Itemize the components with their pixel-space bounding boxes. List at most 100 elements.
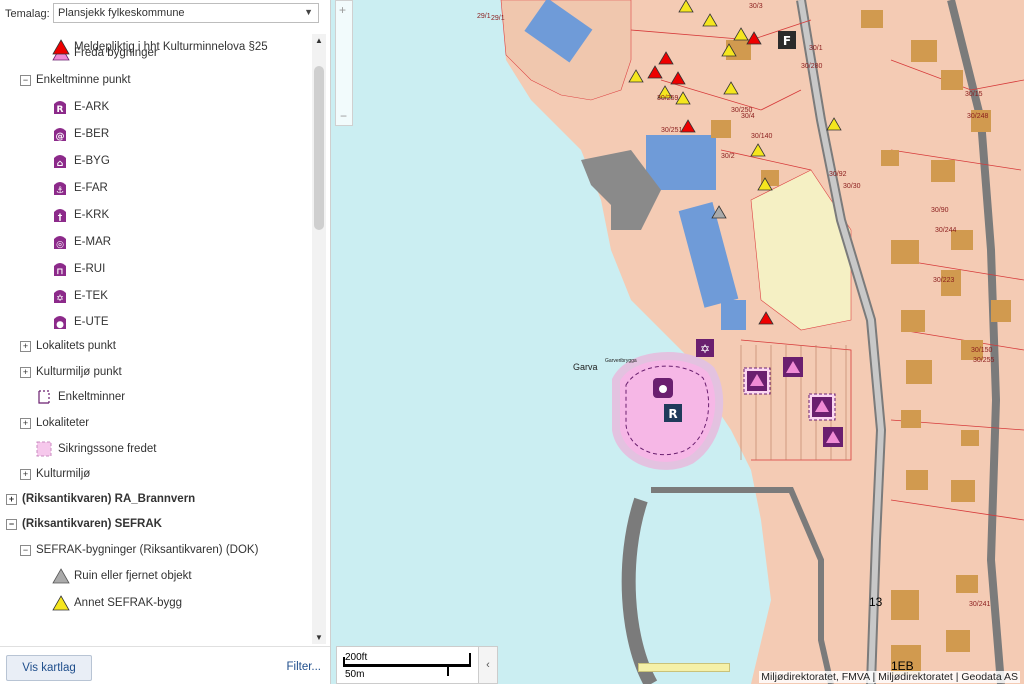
legend-group-label: (Riksantikvaren) SEFRAK (22, 518, 162, 530)
legend-group-label: Lokalitets punkt (36, 340, 116, 352)
parcel-label: 30/140 (751, 133, 773, 140)
legend-item-label: E-BER (74, 128, 110, 140)
parcel-label: 30/280 (801, 63, 823, 70)
expand-icon[interactable]: + (20, 341, 31, 352)
e-byg-icon: ⌂ (52, 153, 68, 177)
collapse-icon[interactable]: − (20, 545, 31, 556)
zoom-in-icon[interactable]: + (339, 3, 346, 17)
legend-item-label: E-RUI (74, 263, 106, 275)
filter-link[interactable]: Filter... (286, 661, 321, 673)
triangle-red-icon (52, 39, 70, 63)
scroll-up-icon[interactable]: ▲ (315, 36, 323, 45)
scroll-thumb[interactable] (314, 66, 324, 230)
legend-tree: Freda bygninger − Enkeltminne punkt R E-ARK @… (0, 36, 312, 644)
vis-kartlag-button[interactable]: Vis kartlag (6, 655, 92, 681)
temalag-bar: Temalag: Plansjekk fylkeskommune ▼ (0, 0, 330, 28)
map-place-label: Garva (573, 362, 598, 372)
map-small-label: Garveribrygga (605, 358, 637, 364)
svg-text:F: F (783, 34, 791, 48)
legend-item-label: E-BYG (74, 155, 110, 167)
e-krk-icon: † (52, 207, 68, 231)
parcel-label: 30/244 (935, 227, 957, 234)
expand-icon[interactable]: + (20, 469, 31, 480)
scale-line (343, 664, 471, 667)
map-canvas[interactable]: ✡ R F Garva Garveribrygga 29/1 30/3 30/1 30… (331, 0, 1024, 684)
scale-bar: 200ft 50m (336, 646, 484, 684)
opacity-slider[interactable] (638, 663, 730, 672)
legend-item-label: Ruin eller fjernet objekt (74, 570, 192, 582)
e-ber-icon: @ (52, 126, 68, 150)
parcel-label: 30/251 (661, 127, 683, 134)
map-drawing: ✡ R F Garva Garveribrygga 29/1 30/3 30/1 30… (477, 0, 1024, 684)
expand-icon[interactable]: + (20, 367, 31, 378)
legend-item-label: Sikringssone fredet (58, 443, 157, 455)
parcel-label: 29/1 (477, 13, 491, 20)
parcel-label: 30/248 (967, 113, 989, 120)
collapse-icon[interactable]: − (20, 75, 31, 86)
parcel-label: 30/15 (965, 91, 983, 98)
svg-text:R: R (57, 105, 64, 115)
svg-text:✡: ✡ (56, 294, 64, 304)
enkeltminner-outline-icon (36, 389, 52, 413)
legend-group-label: Enkeltminne punkt (36, 74, 131, 86)
legend-item-label: E-ARK (74, 101, 110, 113)
triangle-yellow-icon (52, 595, 70, 619)
triangle-grey-icon (52, 568, 70, 592)
legend-group-label: SEFRAK-bygninger (Riksantikvaren) (DOK) (36, 544, 259, 556)
parcel-label: 30/4 (741, 113, 755, 120)
parcel-label: 30/223 (933, 277, 955, 284)
parcel-label: 30/255 (973, 357, 995, 364)
temalag-dropdown[interactable]: Plansjekk fylkeskommune ▼ (53, 3, 319, 23)
legend-item-label: E-FAR (74, 182, 108, 194)
legend-group-label: Lokaliteter (36, 417, 90, 429)
legend-item-label: Meldepliktig i hht Kulturminnelova §25 (74, 41, 268, 53)
parcel-label: 30/3 (749, 3, 763, 10)
temalag-selected-value: Plansjekk fylkeskommune (58, 7, 185, 19)
map-attribution: Miljødirektoratet, FMVA | Miljødirektora… (759, 671, 1020, 683)
harbour-breakwater (621, 497, 658, 684)
parcel-label: 30/241 (969, 601, 991, 608)
svg-text:◎: ◎ (56, 240, 64, 250)
svg-text:@: @ (56, 132, 65, 142)
svg-text:⌂: ⌂ (57, 159, 64, 169)
zoom-control[interactable]: + − (335, 0, 353, 126)
e-mar-icon: ◎ (52, 234, 68, 258)
parcel-label: 30/2 (721, 153, 735, 160)
layer-panel: Temalag: Plansjekk fylkeskommune ▼ Freda… (0, 0, 331, 684)
legend-group-label: (Riksantikvaren) RA_Brannvern (22, 493, 196, 505)
panel-footer: Vis kartlag Filter... (0, 646, 330, 685)
legend-item-label: E-UTE (74, 316, 109, 328)
legend-group-label: Kulturmiljø punkt (36, 366, 122, 378)
expand-icon[interactable]: + (6, 494, 17, 505)
svg-text:●: ● (56, 320, 64, 330)
parcel-label: 29/1 (491, 15, 505, 22)
sikringssone-icon (36, 441, 52, 465)
legend-item-label: Annet SEFRAK-bygg (74, 597, 183, 609)
parcel-label: 30/90 (931, 207, 949, 214)
parcel-label: 30/92 (829, 171, 847, 178)
parcel-label: 30/259 (657, 95, 679, 102)
parcel-label: 30/150 (971, 347, 993, 354)
collapse-icon[interactable]: − (6, 519, 17, 530)
expand-icon[interactable]: + (20, 418, 31, 429)
e-tek-icon: ✡ (52, 288, 68, 312)
collapse-panel-button[interactable]: ‹ (478, 646, 498, 684)
scroll-down-icon[interactable]: ▼ (315, 633, 323, 642)
legend-group-label: Kulturmiljø (36, 468, 91, 480)
dropdown-arrow-icon[interactable]: ▼ (304, 7, 313, 17)
scale-m-label: 50m (345, 669, 365, 680)
svg-text:R: R (668, 407, 677, 421)
e-far-icon: ⚓ (52, 180, 68, 204)
scale-ft-label: 200ft (345, 652, 368, 663)
svg-text:⚓: ⚓ (56, 186, 64, 196)
scale-tick (447, 664, 449, 676)
svg-text:⊓: ⊓ (56, 267, 63, 277)
svg-text:✡: ✡ (700, 342, 710, 356)
legend-item-label: Enkeltminner (58, 391, 126, 403)
legend-item-label: E-KRK (74, 209, 110, 221)
legend-item-label: E-TEK (74, 290, 108, 302)
legend-scrollbar[interactable]: ▲ ▼ (312, 34, 326, 644)
blue-building (721, 300, 746, 330)
temalag-label: Temalag: (5, 8, 50, 20)
zoom-out-icon[interactable]: − (340, 109, 347, 123)
